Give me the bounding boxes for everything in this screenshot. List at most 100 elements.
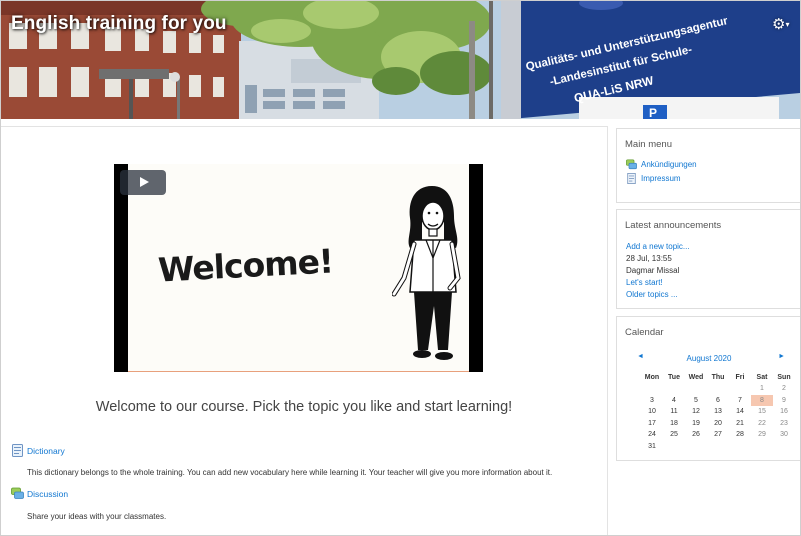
calendar-weekday: Sun <box>777 373 791 381</box>
calendar-week-row: 10 11 12 13 14 15 16 <box>641 406 795 418</box>
calendar-day[interactable]: 29 <box>751 429 773 441</box>
calendar-day[interactable]: 13 <box>707 406 729 418</box>
calendar-empty-cell <box>685 441 707 453</box>
calendar-month-link[interactable]: August 2020 <box>617 354 800 363</box>
calendar-day[interactable]: 23 <box>773 418 795 430</box>
calendar-day[interactable]: 11 <box>663 406 685 418</box>
page: P Qualitäts- und Unterstützungsagentur -… <box>0 0 801 536</box>
menu-item-ankuendigungen[interactable]: Ankündigungen <box>626 159 697 170</box>
activity-discussion-description: Share your ideas with your classmates. <box>27 512 167 521</box>
page-icon <box>627 173 636 184</box>
video-frame: Welcome! <box>128 164 469 372</box>
calendar-empty-cell <box>729 441 751 453</box>
video-welcome-text: Welcome! <box>157 241 334 290</box>
parking-sign: P <box>649 106 657 119</box>
calendar-day[interactable]: 2 <box>773 383 795 395</box>
glossary-icon <box>12 444 23 457</box>
announcement-post-link[interactable]: Let's start! <box>626 278 663 287</box>
calendar-weekday: Thu <box>711 373 725 381</box>
calendar-day[interactable]: 14 <box>729 406 751 418</box>
calendar-day[interactable]: 21 <box>729 418 751 430</box>
calendar-empty-cell <box>663 383 685 395</box>
calendar-day[interactable]: 18 <box>663 418 685 430</box>
calendar-week-row: 17 18 19 20 21 22 23 <box>641 418 795 430</box>
calendar-empty-cell <box>707 383 729 395</box>
forum-icon <box>626 159 637 170</box>
calendar-week-row: 3456789 <box>641 394 795 407</box>
main-menu-title: Main menu <box>625 139 672 150</box>
activity-dictionary-description: This dictionary belongs to the whole tra… <box>27 468 553 477</box>
calendar-day-today[interactable]: 8 <box>751 394 773 406</box>
calendar-day[interactable]: 16 <box>773 406 795 418</box>
calendar-day[interactable]: 7 <box>729 395 751 407</box>
calendar-day[interactable]: 5 <box>685 395 707 407</box>
menu-item-impressum-label[interactable]: Impressum <box>641 174 681 183</box>
calendar-weekday: Mon <box>644 373 660 381</box>
menu-item-ankuendigungen-label[interactable]: Ankündigungen <box>641 160 697 169</box>
calendar-week-row: 24 25 26 27 28 29 30 <box>641 429 795 441</box>
play-icon <box>140 177 149 187</box>
calendar-empty-cell <box>773 441 795 453</box>
chevron-down-icon: ▾ <box>785 20 790 30</box>
calendar-header: ◄ August 2020 ► <box>617 353 800 365</box>
calendar-title: Calendar <box>625 327 664 338</box>
activity-dictionary-link[interactable]: Dictionary <box>11 444 65 457</box>
course-title: English training for you <box>11 13 227 34</box>
activity-discussion-label[interactable]: Discussion <box>27 489 68 499</box>
calendar-day[interactable]: 22 <box>751 418 773 430</box>
calendar-day[interactable]: 28 <box>729 429 751 441</box>
calendar-empty-cell <box>641 383 663 395</box>
settings-menu-button[interactable]: ⚙▾ <box>772 17 794 33</box>
calendar-grid: Mon Tue Wed Thu Fri Sat Sun 1 2 3 4 5 6 7 8 9 10 11 12 13 1… <box>641 371 795 452</box>
forum-icon <box>11 487 24 499</box>
menu-item-impressum[interactable]: Impressum <box>626 173 681 184</box>
announcement-author: Dagmar Missal <box>626 266 680 275</box>
welcome-video[interactable]: Welcome! <box>114 164 483 372</box>
calendar-day[interactable]: 10 <box>641 406 663 418</box>
calendar-empty-cell <box>707 441 729 453</box>
calendar-day[interactable]: 6 <box>707 395 729 407</box>
header-banner: P Qualitäts- und Unterstützungsagentur -… <box>1 1 800 119</box>
video-progress-bar <box>128 371 469 372</box>
cartoon-teacher-illustration <box>392 186 461 360</box>
calendar-day[interactable]: 25 <box>663 429 685 441</box>
calendar-block: Calendar ◄ August 2020 ► Mon Tue Wed Thu Fri… <box>616 316 800 461</box>
calendar-day[interactable]: 9 <box>773 395 795 407</box>
calendar-weekday: Sat <box>756 373 768 381</box>
activity-dictionary-label[interactable]: Dictionary <box>27 446 65 456</box>
calendar-day[interactable]: 4 <box>663 395 685 407</box>
add-new-topic-link[interactable]: Add a new topic... <box>626 242 690 251</box>
main-menu-block: Main menu Ankündigungen Impressum <box>616 128 800 203</box>
calendar-day[interactable]: 17 <box>641 418 663 430</box>
calendar-empty-cell <box>685 383 707 395</box>
calendar-week-row: 12 <box>641 383 795 395</box>
activity-discussion-link[interactable]: Discussion <box>11 487 68 500</box>
older-topics-link[interactable]: Older topics ... <box>626 290 678 299</box>
calendar-day[interactable]: 24 <box>641 429 663 441</box>
calendar-day[interactable]: 31 <box>641 441 663 453</box>
course-intro-text: Welcome to our course. Pick the topic yo… <box>95 399 513 415</box>
calendar-weekday: Fri <box>735 373 745 381</box>
latest-announcements-title: Latest announcements <box>625 220 722 231</box>
calendar-empty-cell <box>729 383 751 395</box>
calendar-week-row: 31 <box>641 441 795 453</box>
calendar-weekday: Wed <box>688 373 704 381</box>
play-button[interactable] <box>120 170 166 195</box>
calendar-empty-cell <box>663 441 685 453</box>
announcement-date: 28 Jul, 13:55 <box>626 254 672 263</box>
calendar-next-month-button[interactable]: ► <box>778 353 785 360</box>
latest-announcements-block: Latest announcements Add a new topic... … <box>616 209 800 309</box>
calendar-day[interactable]: 19 <box>685 418 707 430</box>
calendar-day[interactable]: 12 <box>685 406 707 418</box>
gear-icon: ⚙ <box>772 16 786 33</box>
calendar-day[interactable]: 1 <box>751 383 773 395</box>
calendar-weekday: Tue <box>668 373 680 381</box>
calendar-day[interactable]: 3 <box>641 395 663 407</box>
calendar-empty-cell <box>751 441 773 453</box>
calendar-day[interactable]: 30 <box>773 429 795 441</box>
calendar-day[interactable]: 27 <box>707 429 729 441</box>
calendar-day[interactable]: 26 <box>685 429 707 441</box>
course-content: Welcome! Welcome to our course. Pick the… <box>1 126 608 535</box>
calendar-day[interactable]: 15 <box>751 406 773 418</box>
calendar-day[interactable]: 20 <box>707 418 729 430</box>
